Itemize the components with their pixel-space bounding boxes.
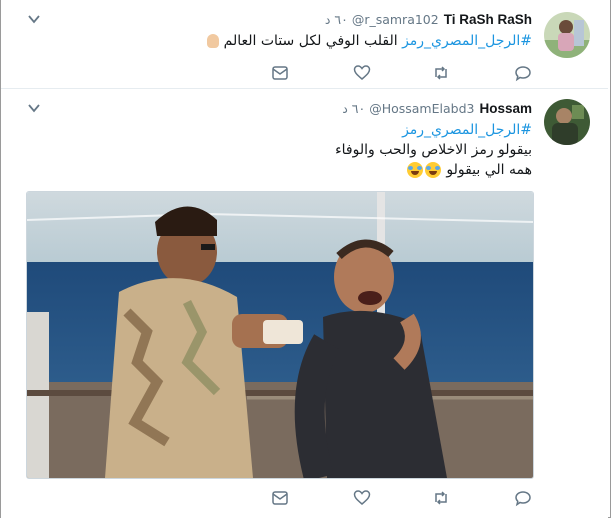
tweet-handle[interactable]: @HossamElabd3 — [369, 101, 474, 116]
message-icon[interactable] — [271, 64, 289, 82]
like-icon[interactable] — [353, 489, 371, 507]
tweet-media-image[interactable] — [26, 191, 534, 479]
chevron-down-icon[interactable] — [27, 12, 41, 26]
tweet-header: ٦٠ د @r_samra102 Ti RaSh RaSh — [325, 9, 532, 29]
tweet-actions — [271, 489, 533, 507]
tweet-time[interactable]: ٦٠ د — [342, 101, 365, 116]
message-icon[interactable] — [271, 489, 289, 507]
reply-icon[interactable] — [514, 489, 532, 507]
hand-icon — [207, 34, 220, 48]
tweet-header: ٦٠ د @HossamElabd3 Hossam — [342, 98, 532, 118]
tweet[interactable]: ٦٠ د @HossamElabd3 Hossam #الرجل_المصري_… — [1, 89, 608, 519]
reply-icon[interactable] — [514, 64, 532, 82]
like-icon[interactable] — [353, 64, 371, 82]
tweet-text-line: همه الي بيقولو — [406, 160, 532, 180]
retweet-icon[interactable] — [432, 64, 450, 82]
laughing-emoji-icon — [424, 162, 441, 178]
tweet-actions — [271, 64, 533, 82]
tweet-author-name[interactable]: Ti RaSh RaSh — [444, 12, 532, 27]
tweet-author-name[interactable]: Hossam — [479, 101, 532, 116]
tweet-text-line: بيقولو رمز الاخلاص والحب والوفاء — [335, 142, 532, 158]
tweet-text: #الرجل_المصري_رمز القلب الوفي لكل ستات ا… — [203, 31, 532, 51]
hashtag-link[interactable]: #الرجل_المصري_رمز — [402, 122, 532, 138]
tweet-text-body: همه الي بيقولو — [446, 162, 532, 178]
avatar[interactable] — [544, 99, 590, 145]
retweet-icon[interactable] — [432, 489, 450, 507]
tweet-text-body: القلب الوفي لكل ستات العالم — [223, 33, 398, 49]
tweet[interactable]: ٦٠ د @r_samra102 Ti RaSh RaSh #الرجل_الم… — [1, 0, 608, 89]
tweet-time[interactable]: ٦٠ د — [325, 12, 348, 27]
tweet-handle[interactable]: @r_samra102 — [352, 12, 439, 27]
laughing-emoji-icon — [406, 162, 423, 178]
hashtag-link[interactable]: #الرجل_المصري_رمز — [402, 33, 532, 49]
hashtag-line: #الرجل_المصري_رمز — [402, 120, 532, 140]
avatar[interactable] — [544, 12, 590, 58]
chevron-down-icon[interactable] — [27, 101, 41, 115]
